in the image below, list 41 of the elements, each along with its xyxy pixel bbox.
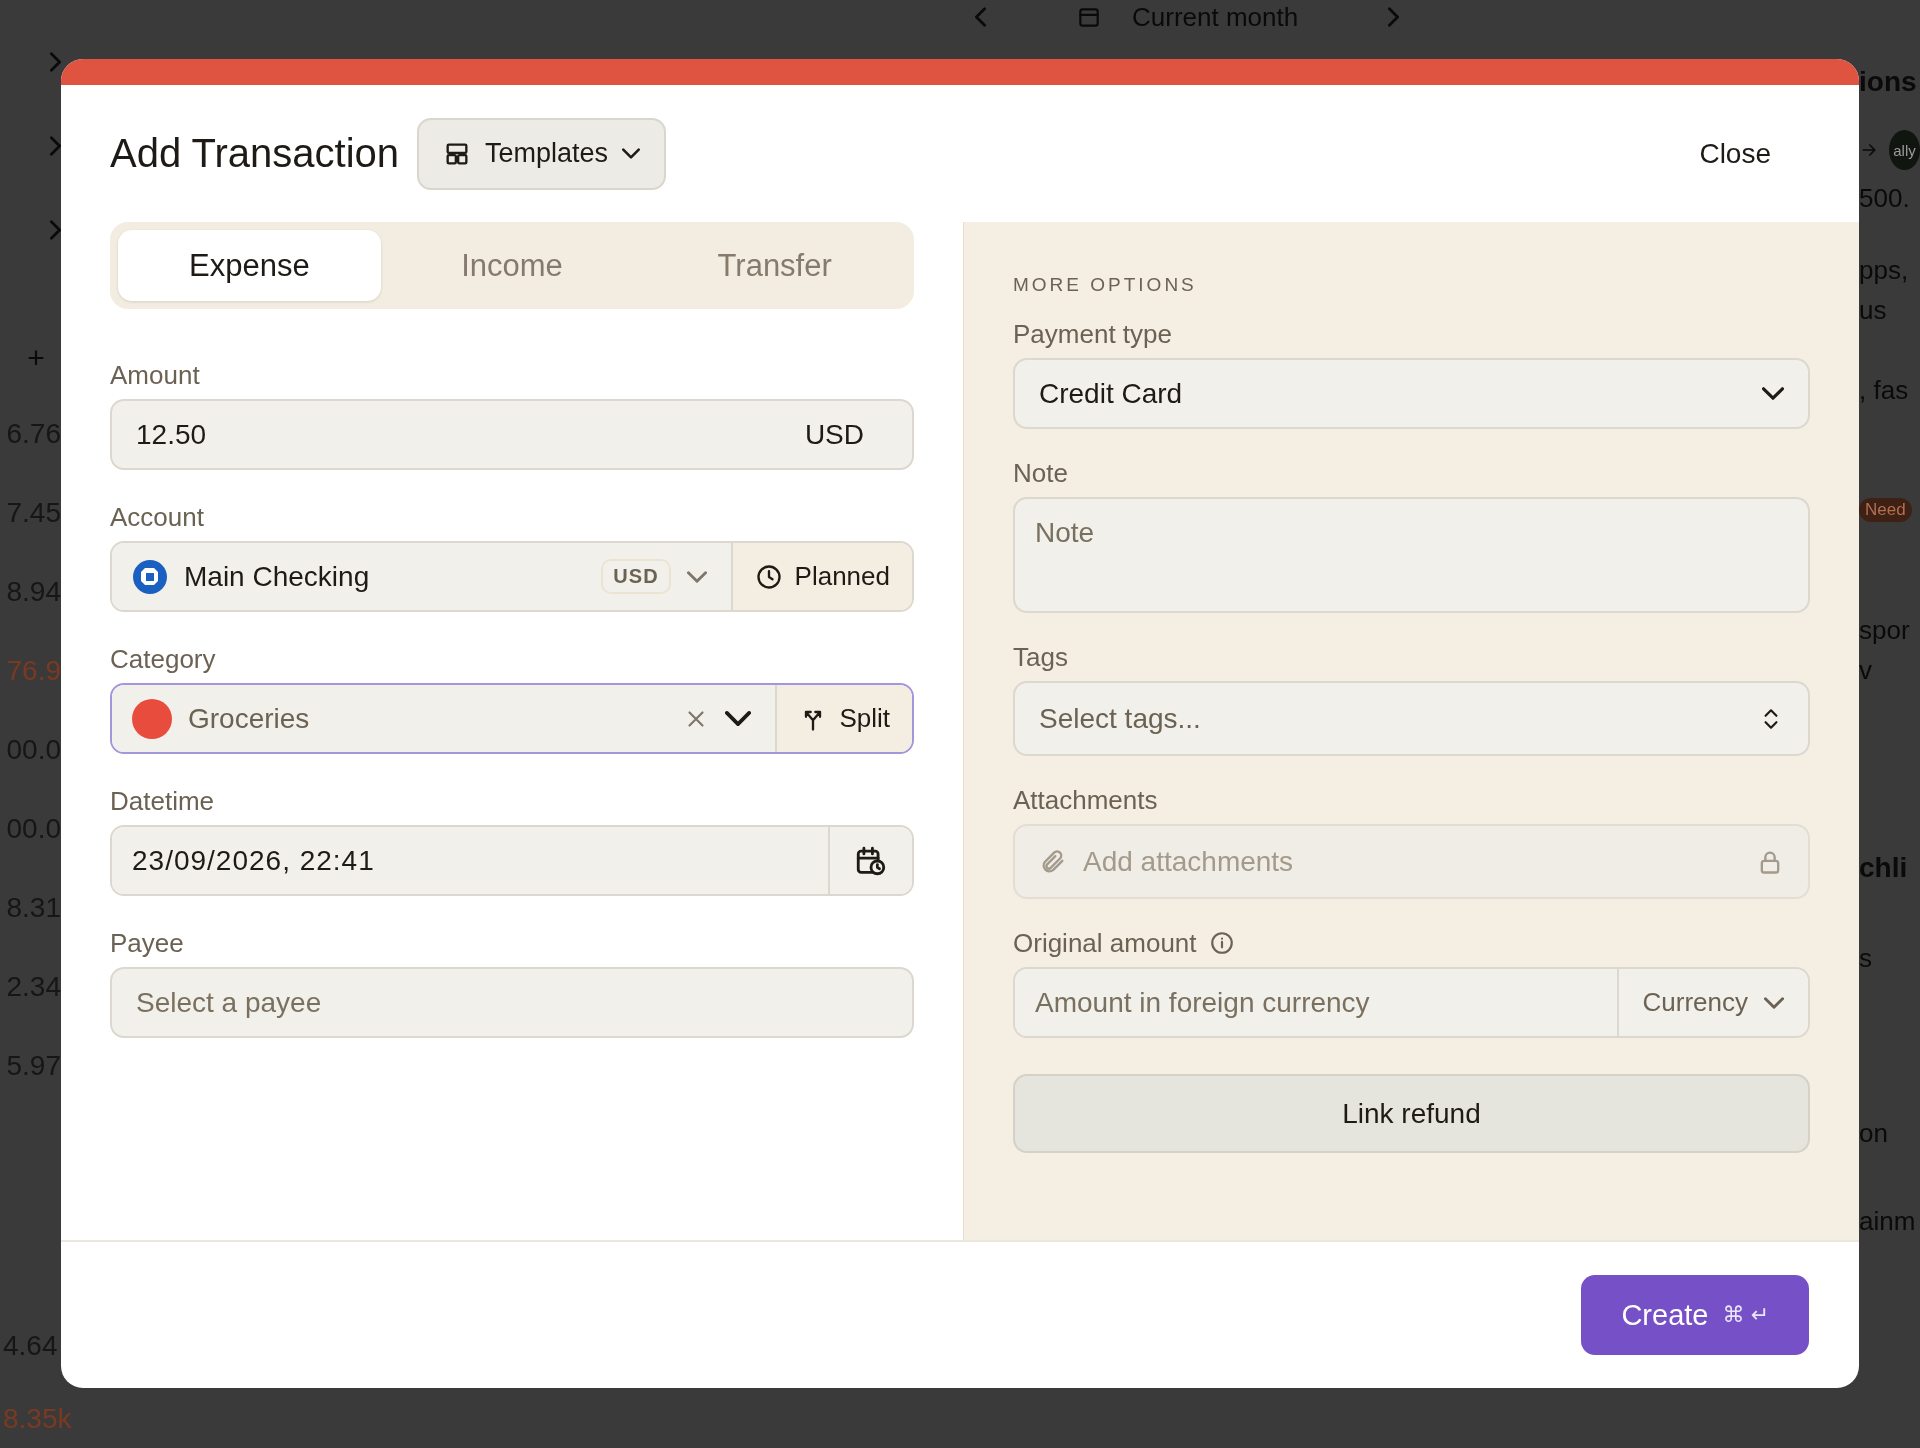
info-icon: [1208, 930, 1235, 956]
tab[interactable]: Transfer: [643, 230, 906, 301]
avatar: ally: [1889, 130, 1920, 170]
tab[interactable]: Expense: [118, 230, 381, 301]
templates-button[interactable]: Templates: [417, 117, 667, 190]
field-label: Payment type: [1013, 318, 1172, 350]
chevron-down-icon: [725, 711, 752, 726]
note-field[interactable]: Note: [1013, 497, 1810, 613]
amount-text: 8.35k: [3, 1403, 72, 1434]
chevron-right-icon: [1388, 7, 1400, 27]
dialog-title: Add Transaction: [110, 131, 400, 176]
create-button[interactable]: Create ⌘ ↵: [1581, 1275, 1809, 1355]
field-label: Account: [110, 501, 204, 533]
payment-type-select[interactable]: Credit Card: [1013, 358, 1810, 429]
field-label: Attachments: [1013, 784, 1158, 816]
shortcut-hint: ⌘ ↵: [1722, 1302, 1769, 1328]
chevron-right-icon: [50, 220, 61, 240]
link-refund-button[interactable]: Link refund: [1013, 1074, 1810, 1153]
field-label: Tags: [1013, 641, 1068, 673]
payee-field[interactable]: Select a payee: [110, 967, 914, 1038]
chevron-down-icon: [622, 148, 641, 159]
amount-text: 76.9: [6, 655, 61, 686]
amount-field[interactable]: 12.50 USD: [110, 399, 914, 470]
chevron-left-icon: [975, 7, 986, 27]
split-button[interactable]: Split: [775, 685, 912, 752]
tags-select[interactable]: Select tags...: [1013, 681, 1810, 756]
currency-label: USD: [804, 418, 865, 451]
field-label: Note: [1013, 457, 1068, 489]
field-label: Datetime: [110, 785, 215, 817]
chevron-down-icon: [1762, 387, 1784, 400]
field-label: Payee: [110, 927, 184, 959]
category-select[interactable]: Groceries Split: [110, 683, 914, 754]
tab[interactable]: Income: [380, 230, 644, 301]
close-button[interactable]: Close: [1691, 129, 1779, 178]
field-label: Amount: [110, 359, 200, 391]
chevron-right-icon: [50, 52, 61, 72]
section-heading: MORE OPTIONS: [1013, 274, 1198, 296]
chevron-right-icon: [50, 136, 61, 156]
field-label: Category: [110, 643, 216, 675]
field-label: Original amount: [1013, 927, 1197, 959]
status-badge: Need: [1859, 498, 1912, 522]
